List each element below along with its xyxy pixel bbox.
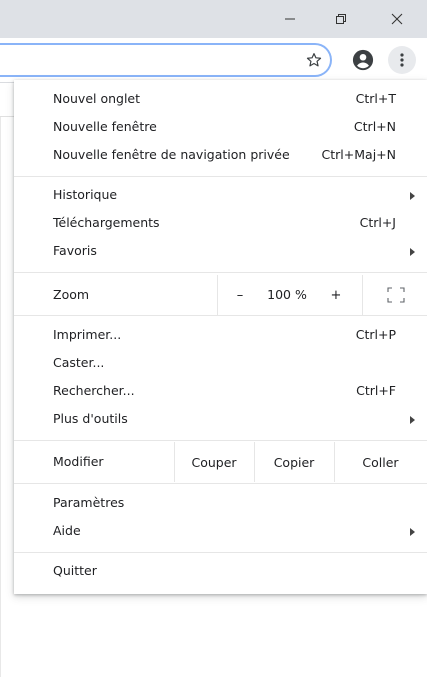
menu-item-shortcut: Ctrl+F (356, 383, 396, 398)
menu-item-bookmarks[interactable]: Favoris (14, 238, 427, 266)
app-menu: Nouvel onglet Ctrl+T Nouvelle fenêtre Ct… (14, 80, 427, 594)
restore-button[interactable] (318, 0, 364, 38)
menu-item-label: Aide (53, 523, 81, 538)
menu-item-exit[interactable]: Quitter (14, 558, 427, 586)
submenu-arrow-icon (410, 528, 415, 536)
menu-separator (14, 552, 427, 553)
cut-label: Couper (191, 454, 237, 470)
menu-item-downloads[interactable]: Téléchargements Ctrl+J (14, 210, 427, 238)
menu-item-label: Rechercher... (53, 383, 135, 398)
page-divider (0, 116, 14, 117)
zoom-in-button[interactable]: + (316, 281, 356, 309)
menu-item-cast[interactable]: Caster... (14, 350, 427, 378)
edit-label: Modifier (53, 454, 104, 469)
copy-label: Copier (273, 454, 315, 470)
menu-separator (14, 315, 427, 316)
page-divider-vertical (0, 117, 1, 677)
menu-separator (14, 440, 427, 441)
window-titlebar (0, 0, 427, 38)
edit-row: Modifier Couper Copier Coller (14, 442, 427, 482)
menu-item-history[interactable]: Historique (14, 182, 427, 210)
browser-toolbar (0, 38, 427, 83)
menu-separator (14, 272, 427, 273)
menu-item-label: Nouvel onglet (53, 91, 141, 106)
menu-item-help[interactable]: Aide (14, 518, 427, 546)
zoom-level: 100 % (267, 287, 307, 302)
zoom-out-label: – (236, 287, 244, 303)
menu-item-more-tools[interactable]: Plus d'outils (14, 406, 427, 434)
menu-item-label: Téléchargements (53, 215, 160, 230)
copy-button[interactable]: Copier (254, 442, 334, 482)
menu-item-new-incognito-window[interactable]: Nouvelle fenêtre de navigation privée Ct… (14, 142, 427, 170)
submenu-arrow-icon (410, 248, 415, 256)
menu-item-label: Imprimer... (53, 327, 122, 342)
menu-item-shortcut: Ctrl+Maj+N (321, 147, 396, 162)
menu-item-find[interactable]: Rechercher... Ctrl+F (14, 378, 427, 406)
zoom-out-button[interactable]: – (220, 281, 260, 309)
menu-item-new-tab[interactable]: Nouvel onglet Ctrl+T (14, 86, 427, 114)
menu-separator (14, 483, 427, 484)
menu-separator (14, 176, 427, 177)
menu-item-shortcut: Ctrl+J (359, 215, 396, 230)
star-outline-icon (306, 53, 322, 67)
menu-item-print[interactable]: Imprimer... Ctrl+P (14, 322, 427, 350)
page-content (0, 83, 14, 677)
zoom-in-label: + (330, 287, 342, 303)
menu-item-label: Favoris (53, 243, 97, 258)
zoom-row: Zoom – 100 % + (14, 275, 427, 315)
submenu-arrow-icon (410, 192, 415, 200)
menu-item-label: Quitter (53, 563, 97, 578)
menu-item-label: Nouvelle fenêtre (53, 119, 157, 134)
paste-label: Coller (362, 454, 399, 470)
menu-item-label: Nouvelle fenêtre de navigation privée (53, 147, 290, 162)
restore-icon (336, 14, 346, 24)
menu-item-label: Caster... (53, 355, 105, 370)
submenu-arrow-icon (410, 416, 415, 424)
cut-button[interactable]: Couper (174, 442, 254, 482)
close-icon (391, 13, 403, 25)
paste-button[interactable]: Coller (334, 442, 427, 482)
zoom-divider (217, 275, 218, 315)
zoom-label: Zoom (53, 287, 90, 302)
menu-item-shortcut: Ctrl+P (355, 327, 396, 342)
menu-item-label: Paramètres (53, 495, 125, 510)
minimize-button[interactable] (267, 0, 313, 38)
bookmark-star-button[interactable] (300, 46, 328, 74)
fullscreen-icon (387, 287, 405, 303)
zoom-divider (362, 275, 363, 315)
menu-item-settings[interactable]: Paramètres (14, 490, 427, 518)
account-circle-icon (352, 49, 374, 71)
three-dots-vertical-icon (400, 53, 404, 67)
close-button[interactable] (374, 0, 420, 38)
address-bar[interactable] (0, 43, 332, 77)
main-menu-button[interactable] (388, 46, 416, 74)
menu-item-shortcut: Ctrl+T (355, 91, 396, 106)
menu-item-new-window[interactable]: Nouvelle fenêtre Ctrl+N (14, 114, 427, 142)
fullscreen-button[interactable] (376, 281, 416, 309)
menu-item-label: Historique (53, 187, 118, 202)
menu-item-label: Plus d'outils (53, 411, 128, 426)
minimize-icon (285, 18, 295, 20)
account-button[interactable] (350, 47, 376, 73)
menu-item-shortcut: Ctrl+N (353, 119, 396, 134)
